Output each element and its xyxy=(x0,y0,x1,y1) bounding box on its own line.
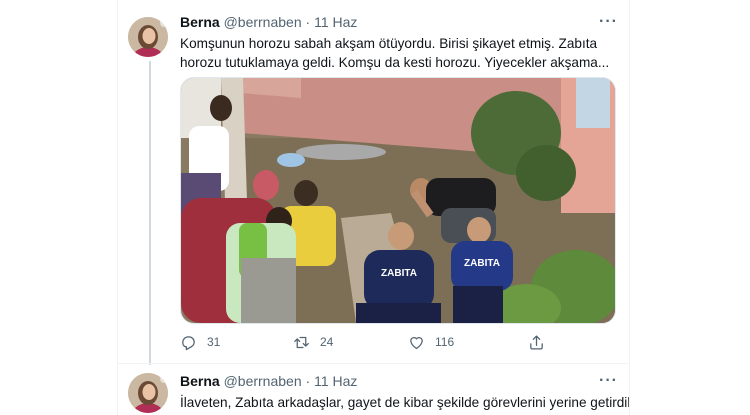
retweet-button[interactable]: 24 xyxy=(293,332,333,352)
more-options-icon[interactable]: ··· xyxy=(599,14,618,30)
reply-icon xyxy=(182,335,195,350)
retweet-count: 24 xyxy=(320,335,334,349)
thread-line xyxy=(149,61,151,365)
separator-dot: · xyxy=(305,14,311,30)
more-options-icon[interactable]: ··· xyxy=(599,373,618,389)
tweet-date[interactable]: 11 Haz xyxy=(314,14,357,30)
zabita-badge-right: ZABITA xyxy=(464,258,500,269)
tweet-header: Berna @berrnaben · 11 Haz xyxy=(180,13,357,31)
reply-count: 31 xyxy=(207,335,221,349)
zabita-badge-left: ZABITA xyxy=(381,268,417,279)
tweet-text: İlaveten, Zabıta arkadaşlar, gayet de ki… xyxy=(180,395,630,410)
retweet-icon xyxy=(294,336,309,348)
avatar[interactable] xyxy=(128,17,168,57)
tweet-divider xyxy=(118,363,629,364)
tweet-text: Komşunun horozu sabah akşam ötüyordu. Bi… xyxy=(180,36,610,70)
avatar[interactable] xyxy=(128,373,168,413)
tweet-photo[interactable]: ZABITA ZABITA xyxy=(180,77,616,324)
like-button[interactable]: 116 xyxy=(408,332,454,352)
author-name[interactable]: Berna xyxy=(180,14,220,30)
like-count: 116 xyxy=(435,335,455,349)
share-icon xyxy=(530,334,543,350)
reply-button[interactable]: 31 xyxy=(180,332,220,352)
author-name[interactable]: Berna xyxy=(180,373,220,389)
tweet-date[interactable]: 11 Haz xyxy=(314,373,357,389)
tweet-header: Berna @berrnaben · 11 Haz xyxy=(180,372,357,390)
author-handle[interactable]: @berrnaben xyxy=(224,373,302,389)
tweet-actions: 31 24 116 xyxy=(180,332,600,352)
tweet-thread: Berna @berrnaben · 11 Haz ··· Komşunun h… xyxy=(117,0,630,415)
share-button[interactable] xyxy=(528,332,545,352)
author-handle[interactable]: @berrnaben xyxy=(224,14,302,30)
separator-dot: · xyxy=(305,373,311,389)
heart-icon xyxy=(410,336,423,349)
